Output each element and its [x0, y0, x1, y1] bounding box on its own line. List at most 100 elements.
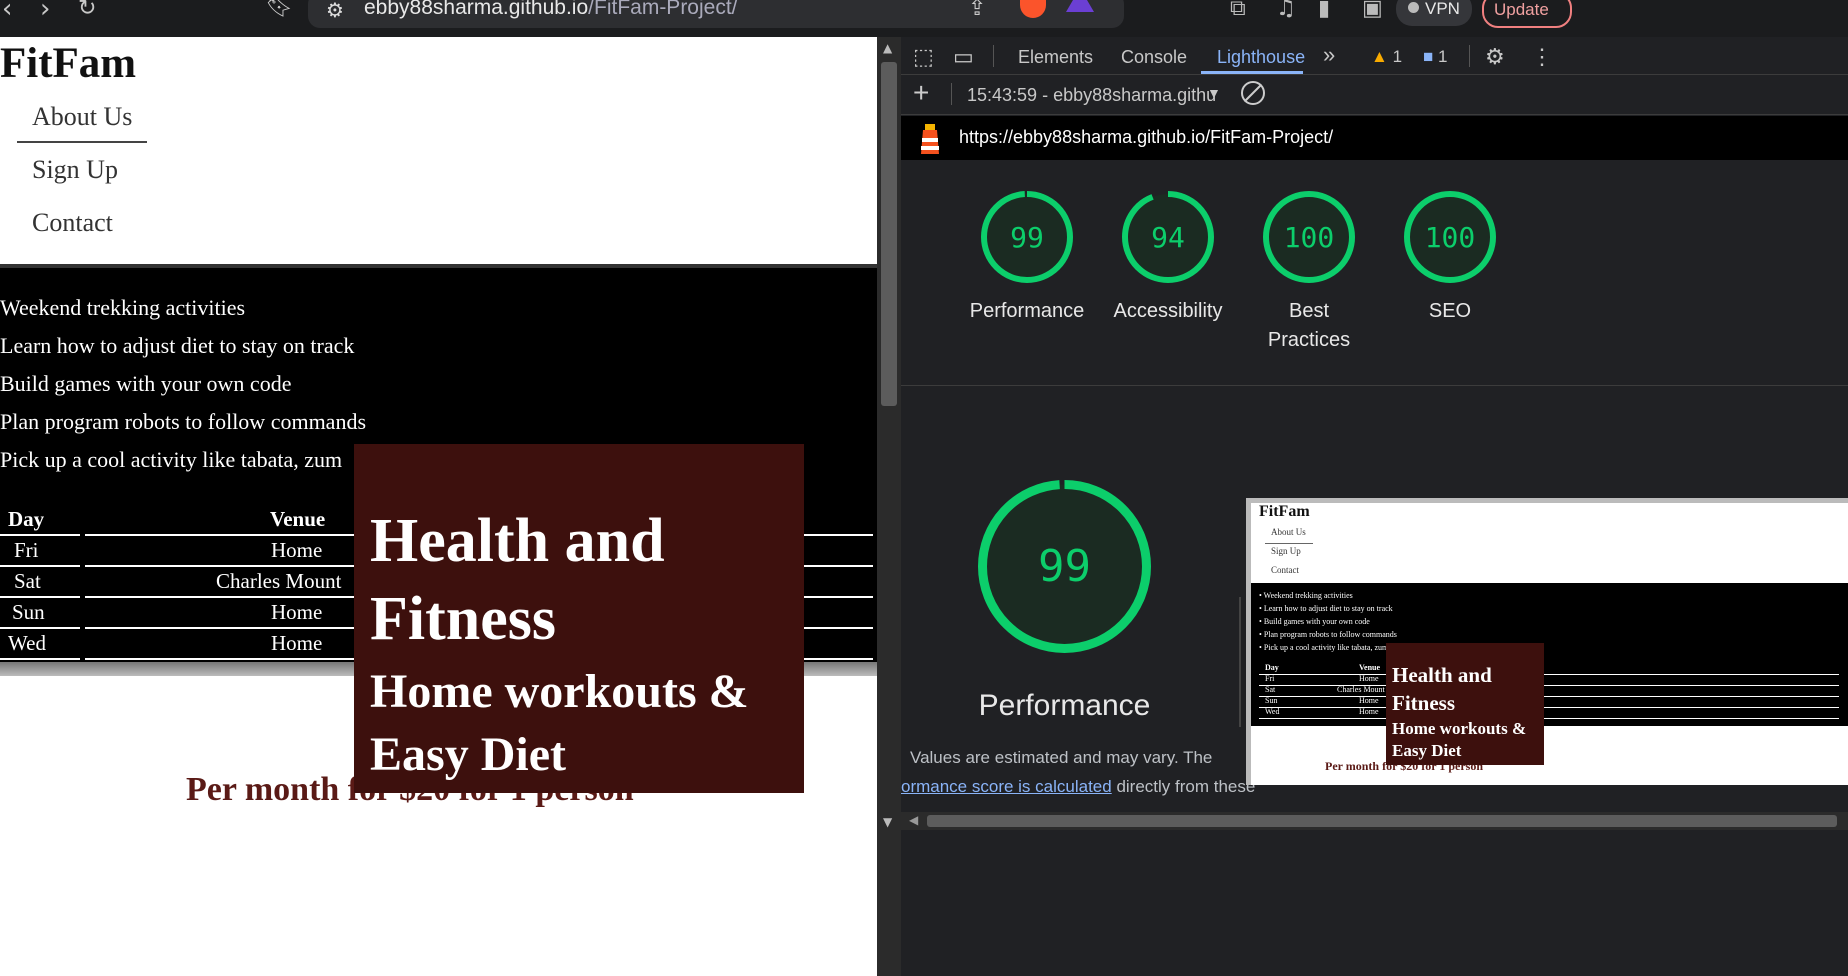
thumb-table-cell: Fri	[1265, 674, 1275, 683]
score-calculation-link[interactable]: ormance score is calculated	[901, 777, 1112, 796]
thumb-hero-line: Home workouts &	[1392, 719, 1527, 738]
thumb-activity: • Learn how to adjust diet to stay on tr…	[1259, 604, 1393, 613]
thumb-table-header: Venue	[1359, 663, 1381, 672]
devtools-horizontal-scrollbar[interactable]: ◀	[901, 812, 1848, 830]
update-button[interactable]: Update	[1482, 0, 1572, 28]
activity-item: Plan program robots to follow commands	[0, 409, 367, 434]
gauge-score: 94	[1151, 221, 1185, 254]
inspect-element-icon[interactable]: ⬚	[913, 44, 934, 70]
thumb-table-cell: Sat	[1265, 685, 1276, 694]
thumb-nav-underline	[1265, 543, 1313, 544]
gauge-score: 100	[1425, 221, 1476, 254]
final-screenshot-thumbnail[interactable]: FitFam About Us Sign Up Contact • Weeken…	[1246, 498, 1848, 785]
scroll-up-icon[interactable]: ▲	[883, 41, 892, 55]
score-gauge[interactable]: 100	[1400, 187, 1500, 287]
table-cell-venue: Charles Mount	[216, 569, 342, 593]
site-settings-icon[interactable]: ⚙︎	[326, 0, 344, 22]
gauge-score: 99	[1010, 221, 1044, 254]
thumb-activity: • Pick up a cool activity like tabata, z…	[1259, 643, 1389, 652]
estimate-note-line2: ormance score is calculated directly fro…	[901, 777, 1255, 797]
hero-subtitle-line: Easy Diet	[370, 728, 566, 781]
address-bar[interactable]: ⚙︎ ebby88sharma.github.io/FitFam-Project…	[308, 0, 1124, 28]
thumb-table-cell: Wed	[1265, 707, 1280, 716]
score-gauge[interactable]: 99	[977, 187, 1077, 287]
section-divider	[0, 264, 877, 268]
thumb-activity: • Build games with your own code	[1259, 617, 1370, 626]
activity-item: Build games with your own code	[0, 371, 292, 396]
page-scrollbar[interactable]: ▲ ▼	[877, 37, 901, 976]
table-rule	[0, 565, 80, 567]
gauge-label: Best Practices	[1267, 300, 1351, 351]
forward-icon[interactable]: ›	[40, 0, 50, 24]
address-url[interactable]: ebby88sharma.github.io/FitFam-Project/	[364, 0, 738, 20]
thumb-table-rule	[1259, 718, 1839, 719]
brave-shield-icon[interactable]	[1020, 0, 1046, 18]
thumb-activity: • Plan program robots to follow commands	[1259, 630, 1397, 639]
reload-icon[interactable]: ↻	[78, 0, 96, 21]
tab-console[interactable]: Console	[1121, 47, 1187, 68]
nav-contact[interactable]: Contact	[32, 208, 113, 238]
media-icon[interactable]: ♫	[1276, 0, 1296, 21]
hero-banner: Health and Fitness Home workouts & Easy …	[354, 444, 804, 793]
settings-gear-icon[interactable]: ⚙	[1485, 44, 1505, 70]
nav-active-underline	[17, 141, 147, 143]
thumb-table-rule	[1259, 707, 1839, 708]
device-toolbar-icon[interactable]: ▭	[953, 44, 974, 70]
scroll-left-icon[interactable]: ◀	[909, 813, 918, 827]
update-label: Update	[1494, 0, 1549, 19]
thumb-hero-line: Fitness	[1392, 691, 1455, 715]
tab-elements[interactable]: Elements	[1018, 47, 1093, 68]
brave-rewards-icon[interactable]	[1066, 0, 1094, 12]
share-icon[interactable]: ⇪	[968, 0, 986, 21]
chevron-down-icon[interactable]: ▼	[1207, 85, 1221, 101]
scroll-down-icon[interactable]: ▼	[883, 815, 892, 829]
performance-big-gauge: 99	[978, 480, 1151, 653]
table-cell-day: Sun	[12, 600, 45, 624]
page-viewport: FitFam About Us Sign Up Contact Weekend …	[0, 37, 877, 976]
vpn-status-icon	[1408, 2, 1419, 13]
warning-icon: ▲	[1371, 47, 1388, 66]
page-scrollbar-thumb[interactable]	[881, 62, 897, 406]
nav-sign-up[interactable]: Sign Up	[32, 155, 118, 185]
messages-counter[interactable]: ■ 1	[1423, 47, 1447, 67]
thumb-activity-text: Learn how to adjust diet to stay on trac…	[1263, 604, 1393, 613]
tab-lighthouse[interactable]: Lighthouse	[1217, 47, 1305, 68]
horizontal-scrollbar-thumb[interactable]	[927, 815, 1837, 827]
more-options-icon[interactable]: ⋮	[1531, 44, 1553, 70]
clear-reports-icon[interactable]	[1241, 81, 1265, 105]
url-path: /FitFam-Project/	[588, 0, 738, 19]
score-gauge[interactable]: 94	[1118, 187, 1218, 287]
table-cell-venue: Home	[271, 538, 323, 562]
more-tabs-icon[interactable]: »	[1323, 42, 1335, 68]
back-icon[interactable]: ‹	[2, 0, 12, 24]
report-url[interactable]: https://ebby88sharma.github.io/FitFam-Pr…	[959, 127, 1333, 148]
estimate-note: Values are estimated and may vary. The	[910, 748, 1213, 767]
bookmark-icon[interactable]: 🔖︎	[265, 0, 293, 19]
schedule-header-day: Day	[8, 507, 45, 531]
thumb-activity: • Weekend trekking activities	[1259, 591, 1353, 600]
extensions-icon[interactable]: ⧉	[1230, 0, 1246, 21]
table-rule	[0, 627, 80, 629]
thumb-table-cell: Charles Mount	[1337, 685, 1385, 694]
toolbar-separator	[1469, 45, 1470, 67]
activity-item: Learn how to adjust diet to stay on trac…	[0, 333, 355, 358]
table-cell-day: Sat	[14, 569, 41, 593]
score-gauge[interactable]: 100	[1259, 187, 1359, 287]
table-rule	[0, 658, 80, 660]
hero-subtitle-line: Home workouts &	[370, 665, 749, 718]
hero-title-line: Fitness	[370, 585, 556, 653]
vpn-button[interactable]: VPN	[1396, 0, 1472, 26]
thumb-hero-line: Health and	[1392, 663, 1492, 687]
nav-about-us[interactable]: About Us	[32, 102, 132, 132]
thumb-table-rule	[1259, 674, 1839, 675]
sidebar-icon[interactable]: ▮	[1318, 0, 1330, 21]
note-text: directly from these	[1111, 777, 1256, 796]
table-cell-day: Wed	[8, 631, 46, 655]
report-selector[interactable]: 15:43:59 - ebby88sharma.githu	[967, 85, 1216, 106]
messages-count: 1	[1438, 47, 1448, 66]
wallet-icon[interactable]: ▣	[1362, 0, 1383, 21]
site-logo[interactable]: FitFam	[0, 39, 136, 88]
new-report-icon[interactable]: +	[913, 77, 929, 109]
thumb-logo: FitFam	[1259, 503, 1310, 520]
warnings-counter[interactable]: ▲ 1	[1371, 47, 1402, 67]
